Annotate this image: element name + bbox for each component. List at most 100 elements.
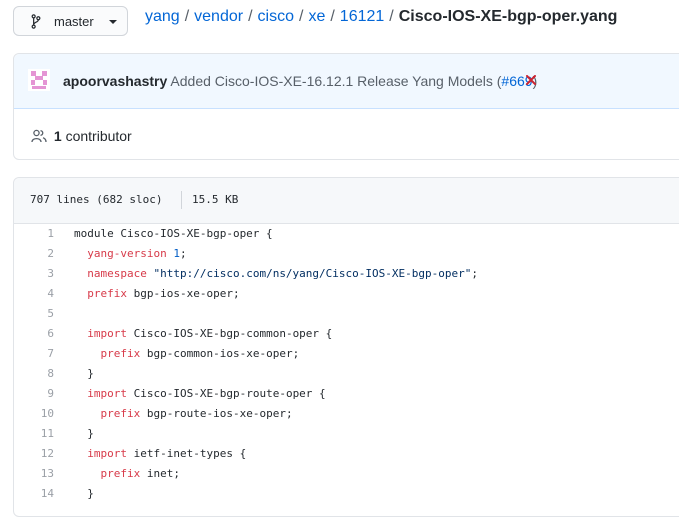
code-token: yang-version xyxy=(87,247,167,260)
breadcrumb-link-vendor[interactable]: vendor xyxy=(194,8,243,25)
file-name: Cisco-IOS-XE-bgp-oper.yang xyxy=(398,8,618,25)
code-text: yang-version 1; xyxy=(74,247,187,260)
code-token: Cisco-IOS-XE-bgp-common-oper { xyxy=(127,327,333,340)
contributor-label: contributor xyxy=(65,128,132,144)
people-icon xyxy=(31,129,47,143)
code-token: prefix xyxy=(100,407,141,420)
code-text: } xyxy=(74,367,94,380)
code-token: prefix xyxy=(100,347,141,360)
line-number[interactable]: 13 xyxy=(14,467,54,480)
code-text: import ietf-inet-types { xyxy=(74,447,246,460)
contributors-link[interactable]: 1 contributor xyxy=(31,128,132,144)
commit-author-link[interactable]: apoorvashastry xyxy=(63,73,167,89)
code-line: 5 xyxy=(14,304,679,324)
breadcrumb-separator: / xyxy=(330,8,335,25)
file-view: 707 lines (682 sloc) 15.5 KB 1 module Cis… xyxy=(13,177,679,517)
code-token: prefix xyxy=(100,467,141,480)
line-number[interactable]: 11 xyxy=(14,427,54,440)
code-token: } xyxy=(74,367,94,380)
breadcrumb: yang / vendor / cisco / xe/16121/Cisco-IOS-XE-… xyxy=(145,8,617,26)
breadcrumb-link-16121[interactable]: 16121 xyxy=(340,8,385,25)
code-line: 13 prefix inet; xyxy=(14,464,679,484)
code-text: import Cisco-IOS-XE-bgp-common-oper { xyxy=(74,327,332,340)
code-text: module Cisco-IOS-XE-bgp-oper { xyxy=(74,227,273,240)
code-text: import Cisco-IOS-XE-bgp-route-oper { xyxy=(74,387,326,400)
line-number[interactable]: 9 xyxy=(14,387,54,400)
code-token: import xyxy=(87,327,127,340)
line-number[interactable]: 14 xyxy=(14,487,54,500)
code-line: 9 import Cisco-IOS-XE-bgp-route-oper { xyxy=(14,384,679,404)
line-number[interactable]: 10 xyxy=(14,407,54,420)
code-token: inet; xyxy=(140,467,180,480)
code-text: prefix bgp-route-ios-xe-oper; xyxy=(74,407,293,420)
breadcrumb-separator: / xyxy=(389,8,394,25)
code-line: 11 } xyxy=(14,424,679,444)
x-icon[interactable] xyxy=(526,75,536,85)
code-token: ; xyxy=(471,267,478,280)
code-text: namespace "http://cisco.com/ns/yang/Cisc… xyxy=(74,267,478,280)
line-number[interactable]: 5 xyxy=(14,307,54,320)
code-line: 14 } xyxy=(14,484,679,504)
line-number[interactable]: 4 xyxy=(14,287,54,300)
breadcrumb-link-xe[interactable]: xe xyxy=(308,8,325,25)
code-line: 1 module Cisco-IOS-XE-bgp-oper { xyxy=(14,224,679,244)
file-line-count: 707 lines (682 sloc) xyxy=(30,193,163,206)
code-text: prefix inet; xyxy=(74,467,181,480)
line-number[interactable]: 12 xyxy=(14,447,54,460)
code-token: Cisco-IOS-XE-bgp-route-oper { xyxy=(127,387,326,400)
code-line: 6 import Cisco-IOS-XE-bgp-common-oper { xyxy=(14,324,679,344)
code-token: namespace xyxy=(87,267,147,280)
branch-label: master xyxy=(54,14,94,29)
code-token: import xyxy=(87,387,127,400)
code-token: bgp-common-ios-xe-oper; xyxy=(140,347,300,360)
code-token: 1 xyxy=(173,247,180,260)
line-number[interactable]: 8 xyxy=(14,367,54,380)
code-line: 4 prefix bgp-ios-xe-oper; xyxy=(14,284,679,304)
code-token: ; xyxy=(179,247,187,260)
code-token: bgp-route-ios-xe-oper; xyxy=(140,407,293,420)
caret-down-icon xyxy=(109,20,117,24)
line-number[interactable]: 7 xyxy=(14,347,54,360)
code-line: 10 prefix bgp-route-ios-xe-oper; xyxy=(14,404,679,424)
code-token: import xyxy=(87,447,127,460)
commit-message-text[interactable]: Added Cisco-IOS-XE-16.12.1 Release Yang … xyxy=(170,73,501,89)
code-text: } xyxy=(74,487,94,500)
code-token: } xyxy=(74,427,94,440)
code-line: 2 yang-version 1; xyxy=(14,244,679,264)
avatar[interactable] xyxy=(28,69,50,91)
breadcrumb-separator: / xyxy=(248,8,253,25)
code-text: } xyxy=(74,427,94,440)
line-number[interactable]: 1 xyxy=(14,227,54,240)
line-number[interactable]: 2 xyxy=(14,247,54,260)
breadcrumb-separator: / xyxy=(184,8,190,25)
code-token: } xyxy=(74,487,94,500)
code-listing: 1 module Cisco-IOS-XE-bgp-oper { 2 yang-ve… xyxy=(14,224,679,504)
code-token: ietf-inet-types { xyxy=(127,447,247,460)
commit-message: apoorvashastry Added Cisco-IOS-XE-16.12.… xyxy=(63,73,537,89)
code-line: 12 import ietf-inet-types { xyxy=(14,444,679,464)
branch-select-button[interactable]: master xyxy=(13,6,128,36)
code-text: prefix bgp-common-ios-xe-oper; xyxy=(74,347,300,360)
latest-commit-bar: apoorvashastry Added Cisco-IOS-XE-16.12.… xyxy=(14,54,679,109)
code-line: 8 } xyxy=(14,364,679,384)
code-line: 3 namespace "http://cisco.com/ns/yang/Ci… xyxy=(14,264,679,284)
code-text: prefix bgp-ios-xe-oper; xyxy=(74,287,239,300)
line-number[interactable]: 3 xyxy=(14,267,54,280)
header-divider xyxy=(181,191,182,209)
code-token: prefix xyxy=(87,287,127,300)
code-line: 7 prefix bgp-common-ios-xe-oper; xyxy=(14,344,679,364)
commit-box: apoorvashastry Added Cisco-IOS-XE-16.12.… xyxy=(13,53,679,160)
breadcrumb-link-yang[interactable]: yang xyxy=(145,8,180,25)
line-number[interactable]: 6 xyxy=(14,327,54,340)
file-info-header: 707 lines (682 sloc) 15.5 KB xyxy=(14,178,679,224)
git-branch-icon xyxy=(31,14,41,29)
breadcrumb-link-cisco[interactable]: cisco xyxy=(258,8,294,25)
contributor-count: 1 xyxy=(53,128,62,144)
